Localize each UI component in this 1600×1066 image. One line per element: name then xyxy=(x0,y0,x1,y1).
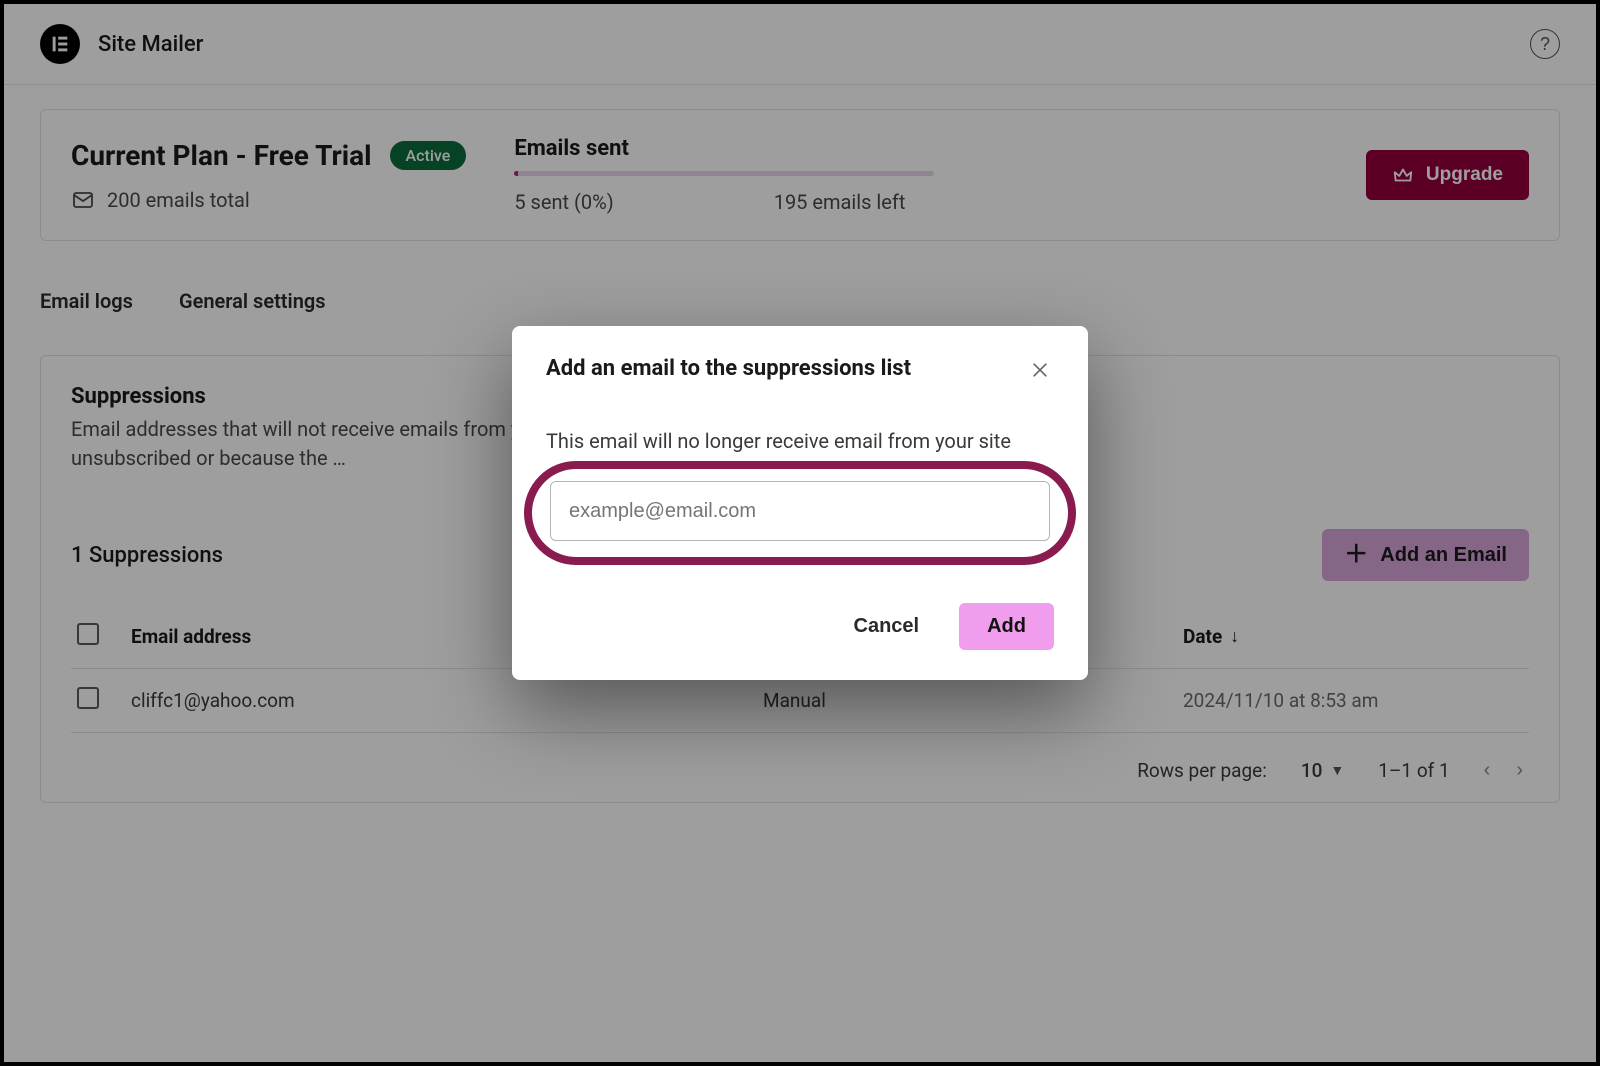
close-icon xyxy=(1030,360,1050,380)
add-suppression-modal: Add an email to the suppressions list Th… xyxy=(512,326,1088,680)
cancel-button[interactable]: Cancel xyxy=(850,605,924,648)
annotation-highlight xyxy=(546,463,1054,563)
add-button[interactable]: Add xyxy=(959,603,1054,650)
modal-close-button[interactable] xyxy=(1026,356,1054,387)
modal-title: Add an email to the suppressions list xyxy=(546,356,911,381)
suppression-email-input[interactable] xyxy=(550,481,1050,541)
modal-hint: This email will no longer receive email … xyxy=(546,429,1054,453)
